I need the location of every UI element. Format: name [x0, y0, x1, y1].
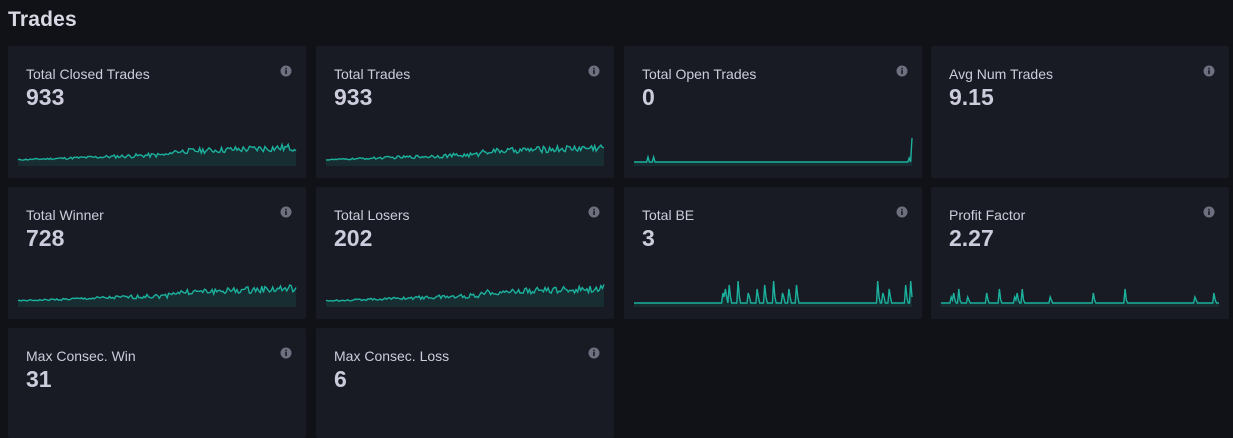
page-title: Trades	[8, 8, 77, 31]
info-icon[interactable]	[280, 65, 292, 77]
info-icon[interactable]	[896, 206, 908, 218]
sparkline-line	[634, 280, 913, 304]
panel-total-open-trades[interactable]: Total Open Trades 0	[624, 46, 922, 178]
sparkline-area	[941, 289, 1219, 307]
sparkline-line	[634, 137, 913, 163]
panel-total-losers[interactable]: Total Losers 202	[316, 187, 614, 319]
panel-value: 728	[26, 225, 65, 251]
info-icon[interactable]	[588, 206, 600, 218]
panel-total-winner[interactable]: Total Winner 728	[8, 187, 306, 319]
info-icon[interactable]	[280, 347, 292, 359]
info-icon[interactable]	[1203, 206, 1215, 218]
panel-value: 202	[334, 225, 373, 251]
sparkline	[325, 143, 605, 166]
sparkline	[634, 280, 913, 307]
sparkline-line	[941, 288, 1219, 304]
panel-value: 31	[26, 366, 52, 392]
info-icon[interactable]	[588, 65, 600, 77]
panel-title: Total Losers	[334, 207, 410, 223]
panel-max-consec-loss[interactable]: Max Consec. Loss 6	[316, 328, 614, 438]
sparkline	[17, 142, 297, 166]
panel-title: Total Open Trades	[642, 66, 757, 82]
panel-profit-factor[interactable]: Profit Factor 2.27	[931, 187, 1229, 319]
panel-total-be[interactable]: Total BE 3	[624, 187, 922, 319]
panel-value: 933	[26, 84, 65, 110]
panel-avg-num-trades[interactable]: Avg Num Trades 9.15	[931, 46, 1229, 178]
panel-title: Max Consec. Win	[26, 348, 136, 364]
info-icon[interactable]	[896, 65, 908, 77]
panel-value: 3	[642, 225, 655, 251]
sparkline	[941, 288, 1219, 307]
panel-value: 2.27	[949, 225, 994, 251]
sparkline	[325, 284, 605, 307]
panel-value: 0	[642, 84, 655, 110]
panel-value: 933	[334, 84, 373, 110]
panel-max-consec-win[interactable]: Max Consec. Win 31	[8, 328, 306, 438]
panel-title: Profit Factor	[949, 207, 1026, 223]
panel-title: Total Closed Trades	[26, 66, 150, 82]
panel-title: Total Trades	[334, 66, 411, 82]
panel-title: Total Winner	[26, 207, 104, 223]
panel-total-trades[interactable]: Total Trades 933	[316, 46, 614, 178]
info-icon[interactable]	[588, 347, 600, 359]
sparkline	[634, 137, 913, 166]
panel-title: Max Consec. Loss	[334, 348, 450, 364]
panel-title: Avg Num Trades	[949, 66, 1054, 82]
panel-value: 9.15	[949, 84, 994, 110]
info-icon[interactable]	[1203, 65, 1215, 77]
panel-total-closed-trades[interactable]: Total Closed Trades 933	[8, 46, 306, 178]
panel-value: 6	[334, 366, 347, 392]
panel-title: Total BE	[642, 207, 695, 223]
info-icon[interactable]	[280, 206, 292, 218]
sparkline	[17, 284, 297, 307]
